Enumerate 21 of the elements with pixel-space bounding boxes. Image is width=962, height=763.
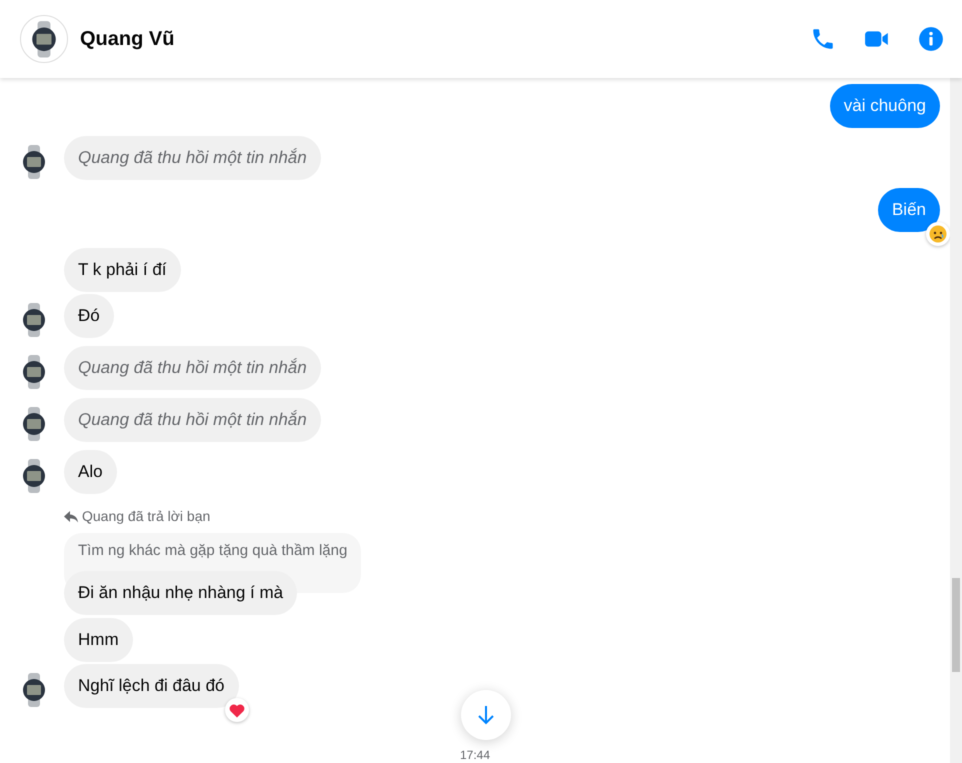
- message-bubble[interactable]: Hmm: [64, 618, 133, 662]
- message-bubble[interactable]: T k phải í đí: [64, 248, 181, 292]
- message-bubble[interactable]: Đi ăn nhậu nhẹ nhàng í mà: [64, 571, 298, 615]
- message-bubble[interactable]: Nghĩ lệch đi đâu đó: [64, 664, 238, 708]
- timestamp: 17:44: [460, 748, 490, 762]
- reply-label: Quang đã trả lời bạn: [82, 507, 210, 526]
- avatar[interactable]: [20, 15, 68, 63]
- message-bubble[interactable]: Đó: [64, 294, 114, 338]
- sad-face-icon[interactable]: [926, 222, 950, 246]
- message-bubble[interactable]: vài chuông: [830, 84, 940, 128]
- unsent-notice[interactable]: Quang đã thu hồi một tin nhắn: [64, 136, 321, 180]
- arrow-down-icon: [476, 704, 496, 726]
- scrollbar[interactable]: [950, 78, 962, 763]
- info-icon[interactable]: [918, 26, 944, 52]
- unsent-notice[interactable]: Quang đã thu hồi một tin nhắn: [64, 346, 321, 390]
- message-bubble[interactable]: Biến: [878, 188, 940, 232]
- reply-icon: [64, 510, 78, 522]
- unsent-notice[interactable]: Quang đã thu hồi một tin nhắn: [64, 398, 321, 442]
- contact-name[interactable]: Quang Vũ: [80, 24, 174, 54]
- message-bubble[interactable]: Alo: [64, 450, 117, 494]
- scroll-down-button[interactable]: [461, 690, 511, 740]
